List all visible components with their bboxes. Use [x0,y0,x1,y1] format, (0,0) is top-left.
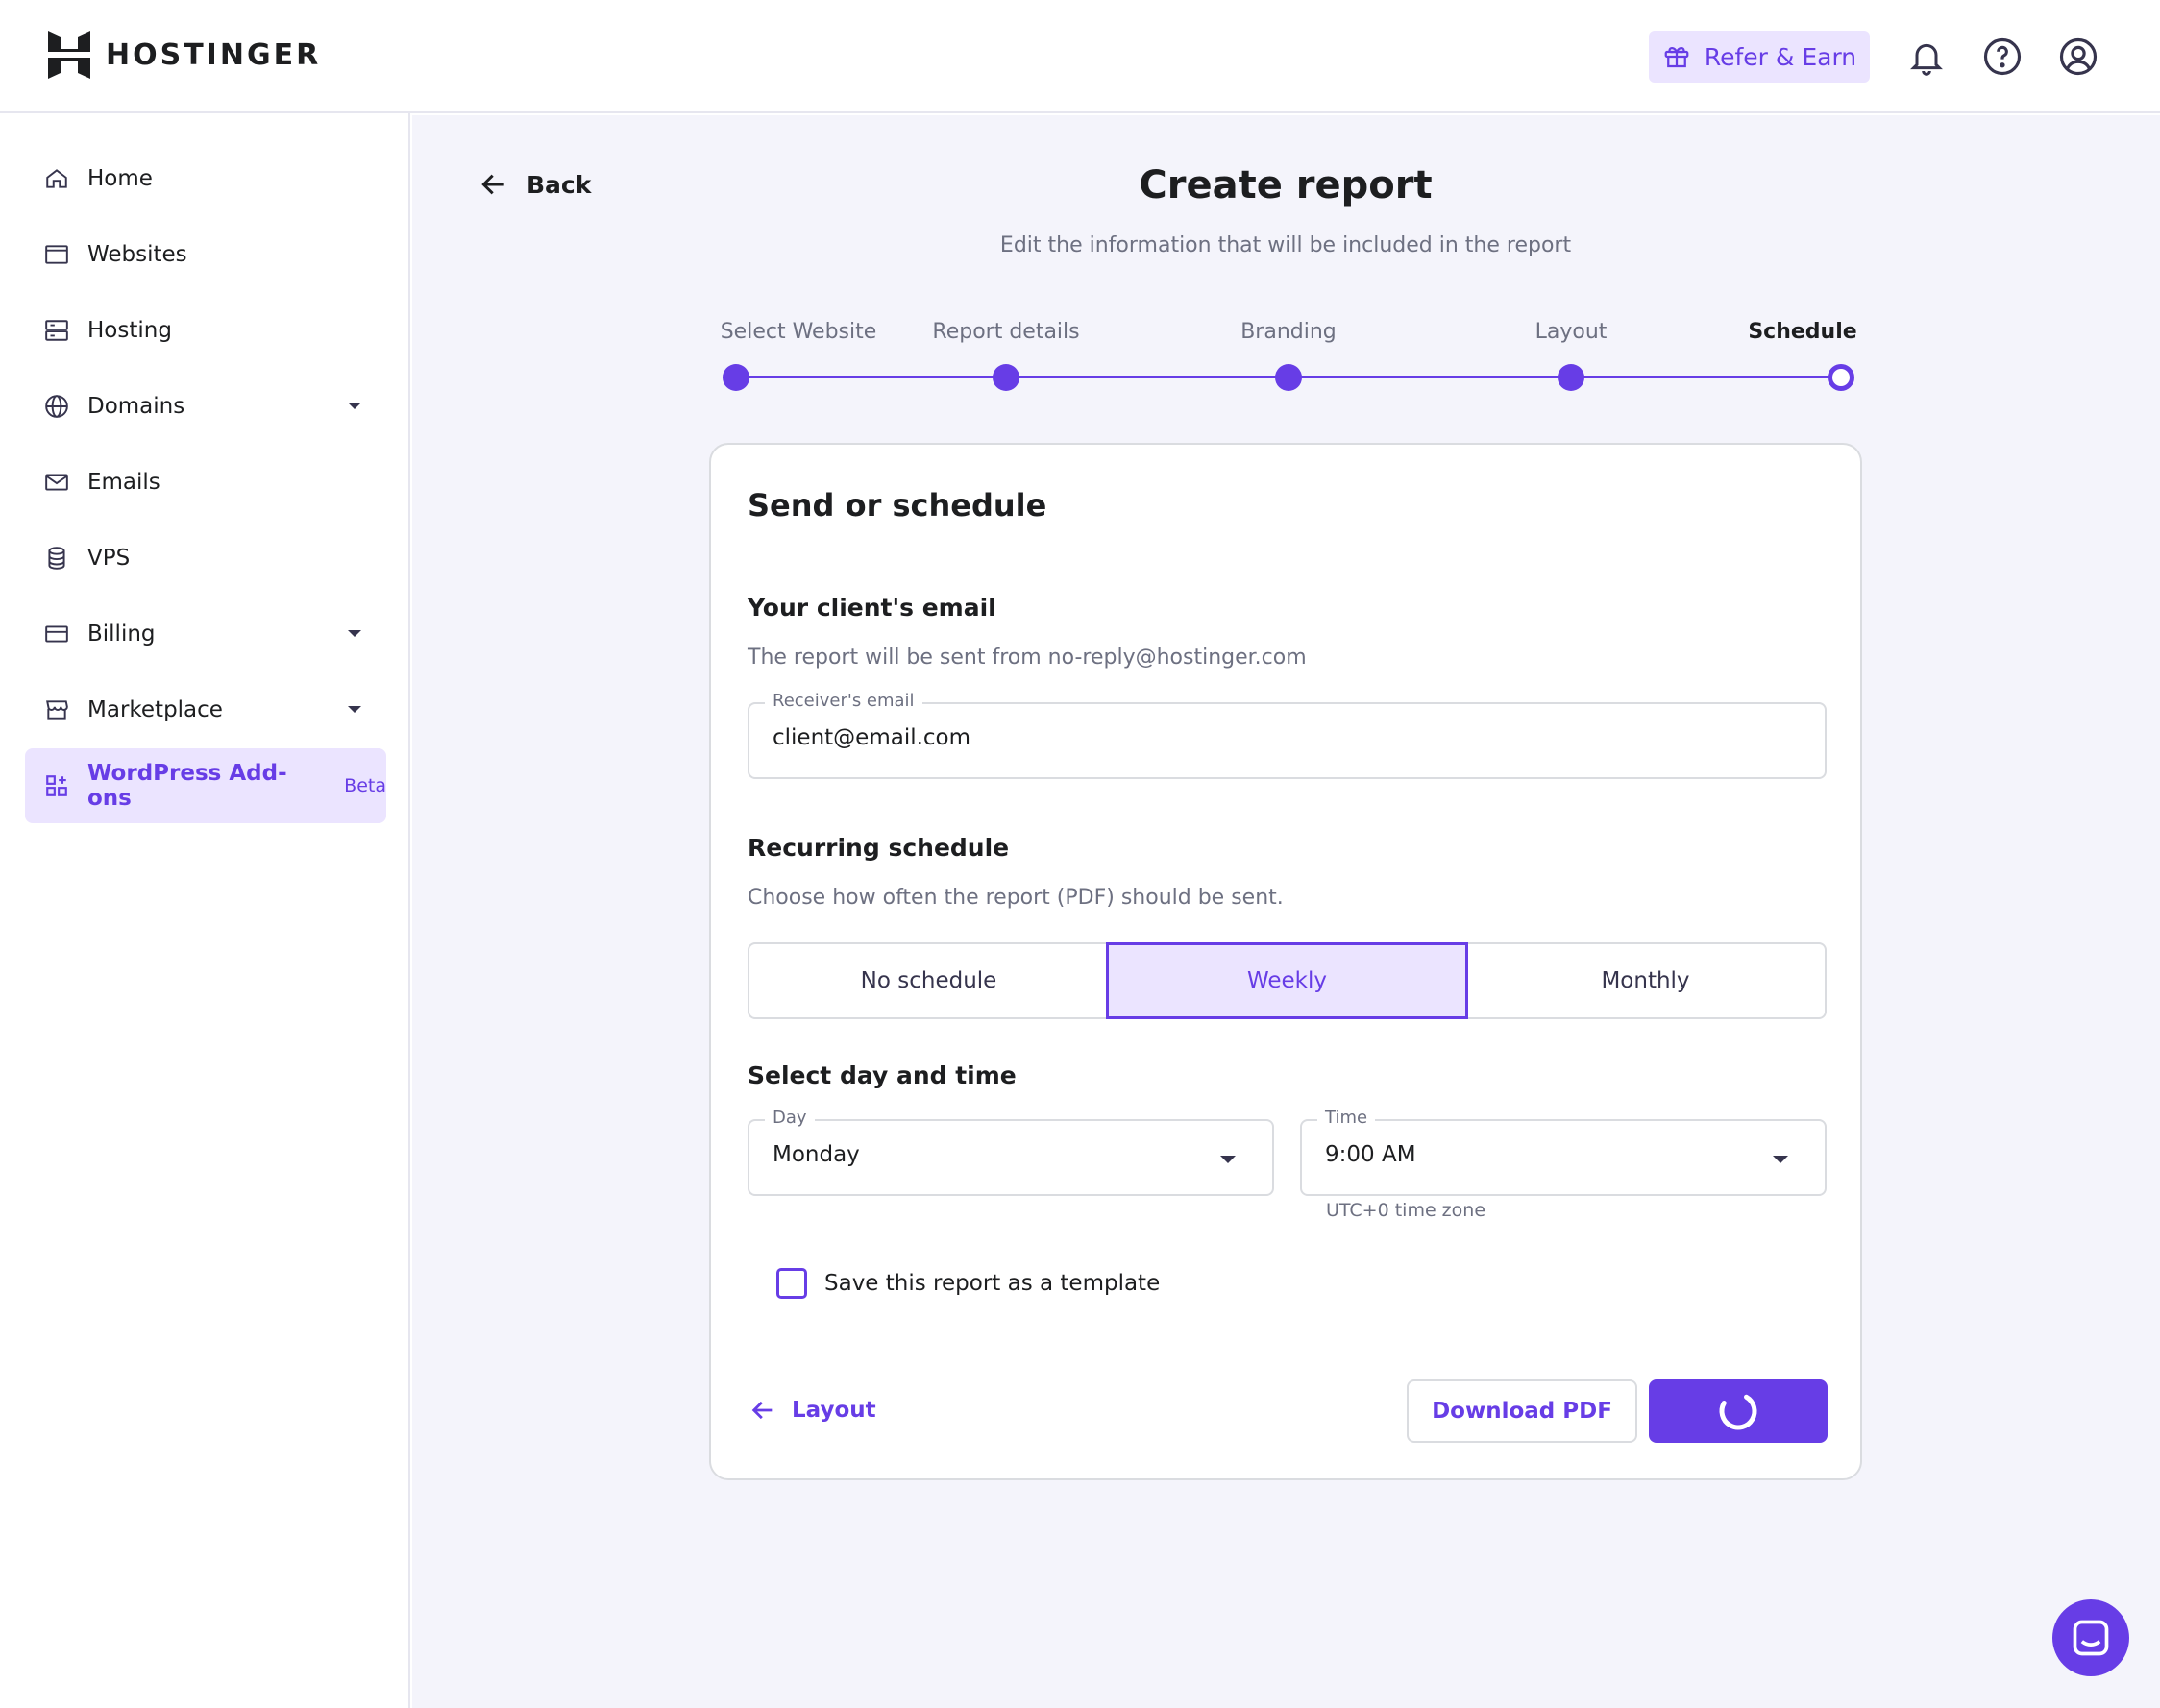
notifications-button[interactable] [1904,35,1949,79]
top-header: HOSTINGER Refer & Earn [0,0,2160,113]
download-pdf-button[interactable]: Download PDF [1407,1379,1637,1443]
chat-icon [2073,1620,2109,1656]
step-label-layout: Layout [1534,320,1608,344]
sidebar: Home Websites Hosting Domains Emails VPS [0,113,410,1708]
step-dot-schedule [1828,364,1854,391]
sidebar-item-label: Billing [87,622,156,647]
addons-grid-icon [44,773,69,798]
hostinger-logo[interactable]: HOSTINGER [48,31,321,79]
brand-name: HOSTINGER [106,37,322,72]
day-label: Day [765,1108,815,1128]
credit-card-icon [44,622,69,647]
step-label-report-details: Report details [932,320,1080,344]
timezone-hint: UTC+0 time zone [1326,1200,1486,1221]
chevron-down-icon [348,403,361,409]
user-avatar-icon [2059,37,2098,76]
sidebar-item-label: Emails [87,470,160,495]
gift-icon [1664,46,1689,68]
download-pdf-label: Download PDF [1432,1399,1612,1424]
schedule-option-monthly[interactable]: Monthly [1466,944,1825,1017]
previous-step-label: Layout [792,1398,876,1423]
schedule-section-desc: Choose how often the report (PDF) should… [748,886,1284,910]
step-dot-layout[interactable] [1558,364,1584,391]
schedule-frequency-selector: No schedule Weekly Monthly [748,942,1827,1019]
save-template-checkbox[interactable] [776,1268,807,1299]
server-icon [44,318,69,343]
sidebar-item-wordpress-addons[interactable]: WordPress Add-ons Beta [25,748,386,823]
step-label-branding: Branding [1240,320,1337,344]
account-button[interactable] [2056,35,2100,79]
step-dot-branding[interactable] [1275,364,1302,391]
schedule-card: Send or schedule Your client's email The… [709,443,1862,1480]
email-section-title: Your client's email [748,594,996,622]
sidebar-item-billing[interactable]: Billing [25,597,386,671]
page-subtitle: Edit the information that will be includ… [999,233,1572,257]
time-label: Time [1317,1108,1376,1128]
sidebar-item-label: WordPress Add-ons [87,761,287,811]
schedule-section-title: Recurring schedule [748,834,1010,862]
previous-step-layout-button[interactable]: Layout [749,1397,876,1424]
sidebar-item-label: VPS [87,546,131,571]
send-schedule-button[interactable] [1649,1379,1828,1443]
sidebar-item-vps[interactable]: VPS [25,521,386,596]
day-select[interactable]: Day Monday [748,1108,1274,1196]
save-template-row[interactable]: Save this report as a template [776,1268,1160,1299]
refer-earn-label: Refer & Earn [1704,42,1857,71]
sidebar-item-label: Domains [87,394,185,419]
sidebar-item-emails[interactable]: Emails [25,445,386,520]
time-value: 9:00 AM [1325,1142,1416,1167]
help-button[interactable] [1980,35,2025,79]
chevron-down-icon [348,706,361,713]
page-title: Create report [1139,163,1433,207]
chat-launcher-button[interactable] [2052,1599,2129,1676]
refer-earn-button[interactable]: Refer & Earn [1649,31,1870,83]
store-icon [44,697,69,722]
receiver-email-value: client@email.com [773,725,971,750]
email-section-desc: The report will be sent from no-reply@ho… [748,646,1307,670]
time-select[interactable]: Time 9:00 AM [1300,1108,1827,1196]
beta-badge: Beta [344,775,386,796]
schedule-option-none[interactable]: No schedule [749,944,1108,1017]
receiver-email-field[interactable]: Receiver's email client@email.com [748,691,1827,779]
chevron-down-icon [1220,1156,1236,1163]
step-label-schedule: Schedule [1748,320,1857,344]
daytime-section-title: Select day and time [748,1061,1017,1089]
globe-icon [44,394,69,419]
chevron-down-icon [348,630,361,637]
schedule-option-weekly[interactable]: Weekly [1106,942,1468,1019]
day-value: Monday [773,1142,860,1167]
sidebar-item-hosting[interactable]: Hosting [25,293,386,368]
hostinger-logo-icon [48,31,90,79]
receiver-email-label: Receiver's email [765,691,922,711]
step-dot-select-website[interactable] [723,364,749,391]
sidebar-item-label: Marketplace [87,697,223,722]
sidebar-item-marketplace[interactable]: Marketplace [25,672,386,747]
step-label-select-website: Select Website [720,320,877,344]
mail-icon [44,470,69,495]
arrow-left-icon [751,1401,773,1420]
step-dot-report-details[interactable] [993,364,1019,391]
sidebar-item-label: Hosting [87,318,172,343]
bell-icon [1910,43,1943,76]
sidebar-item-domains[interactable]: Domains [25,369,386,444]
save-template-label: Save this report as a template [824,1271,1161,1296]
card-title: Send or schedule [748,487,1047,524]
loading-spinner-icon [1719,1392,1757,1430]
database-icon [44,546,69,571]
chevron-down-icon [1773,1156,1788,1163]
help-icon [1983,37,2022,76]
